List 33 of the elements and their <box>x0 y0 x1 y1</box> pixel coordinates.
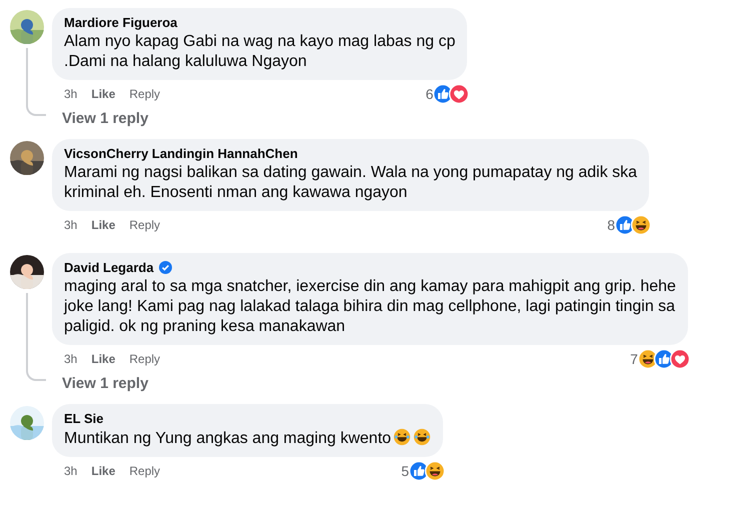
laughing-emoji-icon <box>413 428 432 446</box>
heart-reaction-icon <box>449 84 470 104</box>
like-link[interactable]: Like <box>91 87 116 101</box>
laughing-emoji-icon <box>393 428 412 446</box>
like-link[interactable]: Like <box>91 218 116 232</box>
time-label: 3h <box>64 464 78 478</box>
view-replies-link[interactable]: View 1 reply <box>62 375 148 392</box>
comment-text: maging aral to sa mga snatcher, iexercise din ang kamay para mahigpit ang grip. hehe joke lang! Kami pag nag lalakad talaga bihira din mag cellphone, lagi patingin tingin sa paligid. ok ng praning kesa manakawan <box>64 277 676 337</box>
time-label: 3h <box>64 87 78 101</box>
reply-link[interactable]: Reply <box>129 352 160 366</box>
author-name[interactable]: EL Sie <box>64 411 104 426</box>
reaction-count: 8 <box>607 217 616 233</box>
comment-text: Marami ng nagsi balikan sa dating gawain. Wala na yong pumapatay ng adik ska kriminal eh. Enosenti nman ang kawawa ngayon <box>64 163 638 203</box>
reply-link[interactable]: Reply <box>129 218 160 232</box>
reply-link[interactable]: Reply <box>129 464 160 478</box>
reaction-count: 7 <box>630 351 638 367</box>
time-label: 3h <box>64 352 78 366</box>
reply-link[interactable]: Reply <box>129 87 160 101</box>
heart-reaction-icon <box>670 349 690 369</box>
view-replies-link[interactable]: View 1 reply <box>62 110 148 127</box>
author-name[interactable]: David Legarda <box>64 260 154 275</box>
laughing-reaction-icon <box>631 215 652 235</box>
reaction-count: 5 <box>401 463 410 479</box>
time-label: 3h <box>64 218 78 232</box>
thread-line <box>26 48 46 116</box>
like-link[interactable]: Like <box>91 352 116 366</box>
like-link[interactable]: Like <box>91 464 116 478</box>
comment-text: Alam nyo kapag Gabi na wag na kayo mag labas ng cp .Dami na halang kaluluwa Ngayon <box>64 32 456 72</box>
reaction-count: 6 <box>426 86 434 102</box>
comment-text: Muntikan ng Yung angkas ang maging kwento <box>64 428 432 449</box>
author-name[interactable]: VicsonCherry Landingin HannahChen <box>64 146 298 161</box>
author-name[interactable]: Mardiore Figueroa <box>64 15 178 30</box>
laughing-reaction-icon <box>425 461 446 481</box>
